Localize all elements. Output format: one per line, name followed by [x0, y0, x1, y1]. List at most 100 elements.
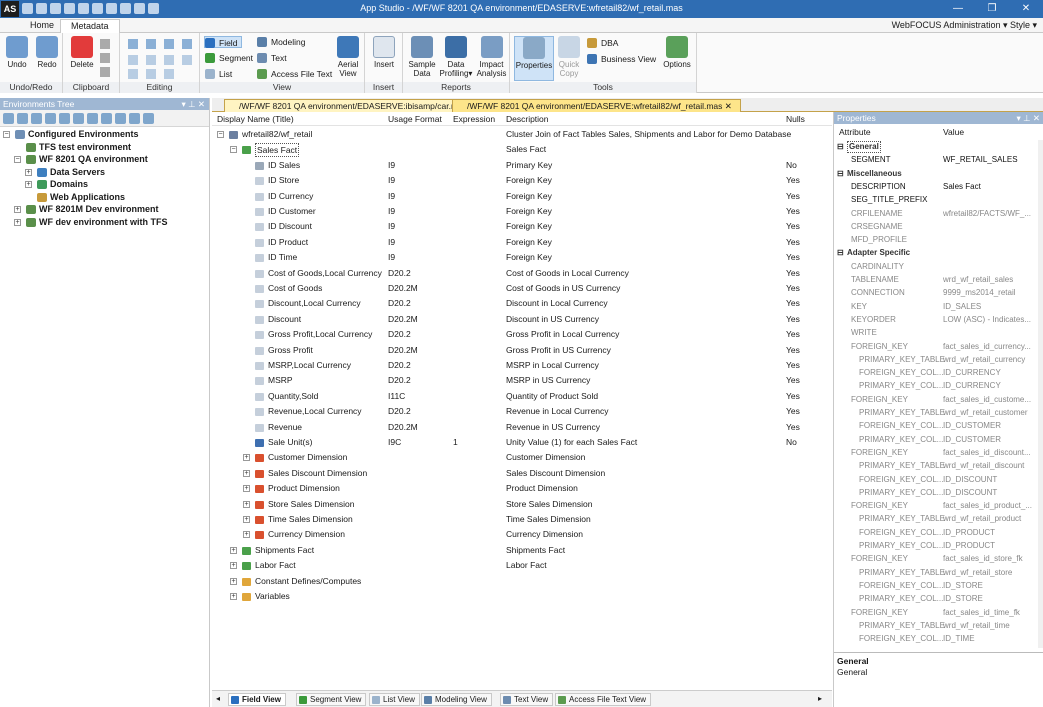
grid-row[interactable]: ID Discount I9 Foreign Key Yes — [212, 219, 832, 234]
word-icon[interactable] — [164, 69, 174, 79]
tab-field-view[interactable]: Field View — [228, 693, 286, 706]
tree-item[interactable]: TFS test environment — [0, 141, 209, 154]
data-profiling-button[interactable]: Data Profiling▾ — [439, 36, 473, 78]
expand-toggle-icon[interactable]: + — [25, 181, 32, 188]
property-value[interactable]: fact_sales_id_store_fk — [943, 552, 1023, 565]
list-view-button[interactable]: List — [205, 68, 232, 80]
comment-icon[interactable] — [182, 39, 192, 49]
property-row[interactable]: FOREIGN_KEY_COL... ID_TIME — [834, 632, 1037, 645]
expand-toggle-icon[interactable]: − — [217, 131, 224, 138]
grid-row[interactable]: ID Customer I9 Foreign Key Yes — [212, 204, 832, 219]
tab-text-view[interactable]: Text View — [500, 693, 554, 706]
column-expression[interactable]: Expression — [453, 114, 495, 124]
property-row[interactable]: PRIMARY_KEY_TABLE wrd_wf_retail_currency — [834, 353, 1037, 366]
property-value[interactable]: Sales Fact — [943, 180, 981, 193]
synonym-icon[interactable] — [59, 113, 70, 124]
copy-icon[interactable] — [17, 113, 28, 124]
case-icon[interactable] — [146, 55, 156, 65]
view-icon[interactable] — [45, 113, 56, 124]
property-value[interactable]: fact_sales_id_time_fk — [943, 606, 1020, 619]
property-row[interactable]: FOREIGN_KEY_COL... ID_CURRENCY — [834, 366, 1037, 379]
column-usage-format[interactable]: Usage Format — [388, 114, 442, 124]
grid-row[interactable]: + Customer Dimension Customer Dimension — [212, 450, 832, 465]
property-value[interactable]: wrd_wf_retail_time — [943, 619, 1010, 632]
expand-toggle-icon[interactable]: + — [243, 500, 250, 508]
expand-toggle-icon[interactable]: + — [243, 469, 250, 477]
grid-row[interactable]: + Currency Dimension Currency Dimension — [212, 527, 832, 542]
property-row[interactable]: FOREIGN_KEY fact_sales_id_currency... — [834, 340, 1037, 353]
property-row[interactable]: FOREIGN_KEY_COL... ID_PRODUCT — [834, 526, 1037, 539]
property-value[interactable]: wrd_wf_retail_product — [943, 512, 1021, 525]
insert-button[interactable]: Insert — [370, 36, 398, 69]
expand-toggle-icon[interactable]: − — [230, 146, 237, 154]
property-value[interactable]: ID_STORE — [943, 592, 983, 605]
expand-toggle-icon[interactable]: + — [230, 546, 237, 554]
find-next-icon[interactable] — [146, 39, 156, 49]
scroll-left-icon[interactable]: ◂ — [216, 694, 220, 703]
undo-button[interactable]: Undo — [4, 36, 30, 69]
property-value[interactable]: ID_CUSTOMER — [943, 419, 1001, 432]
grid-row[interactable]: + Labor Fact Labor Fact — [212, 558, 832, 573]
property-value[interactable]: wrd_wf_retail_sales — [943, 273, 1013, 286]
grid-row[interactable]: Sale Unit(s) I9C 1 Unity Value (1) for each… — [212, 435, 832, 450]
grid-row[interactable]: Discount,Local Currency D20.2 Discount in … — [212, 296, 832, 311]
property-value[interactable]: ID_DISCOUNT — [943, 486, 997, 499]
replace-icon[interactable] — [128, 55, 138, 65]
tree-item[interactable]: Web Applications — [0, 191, 209, 204]
property-value[interactable]: ID_TIME — [943, 632, 975, 645]
property-value[interactable]: ID_CURRENCY — [943, 379, 1001, 392]
find-icon[interactable] — [128, 39, 138, 49]
sort-icon[interactable] — [164, 39, 174, 49]
grid-row[interactable]: + Constant Defines/Computes — [212, 574, 832, 589]
find-all-icon[interactable] — [128, 69, 138, 79]
expand-toggle-icon[interactable]: + — [243, 531, 250, 539]
business-view-button[interactable]: Business View — [587, 53, 656, 65]
tree-item[interactable]: − Configured Environments — [0, 128, 209, 141]
expand-toggle-icon[interactable]: + — [243, 485, 250, 493]
property-row[interactable]: FOREIGN_KEY_COL... ID_STORE — [834, 579, 1037, 592]
properties-button[interactable]: Properties — [514, 36, 554, 81]
tab-home[interactable]: Home — [20, 19, 64, 33]
tab-modeling-view[interactable]: Modeling View — [421, 693, 492, 706]
grid-row[interactable]: + Time Sales Dimension Time Sales Dimensio… — [212, 512, 832, 527]
redo-button[interactable]: Redo — [34, 36, 60, 69]
column-nulls[interactable]: Nulls — [786, 114, 805, 124]
column-display-name[interactable]: Display Name (Title) — [217, 114, 294, 124]
quick-copy-button[interactable]: Quick Copy — [556, 36, 582, 78]
panel-close-icon[interactable]: ▾ ⊥ ✕ — [181, 98, 205, 110]
dba-button[interactable]: DBA — [587, 37, 618, 49]
help-icon[interactable] — [143, 113, 154, 124]
tree-item[interactable]: + Data Servers — [0, 166, 209, 179]
grid-row[interactable]: MSRP,Local Currency D20.2 MSRP in Local Cu… — [212, 358, 832, 373]
property-row[interactable]: CARDINALITY — [834, 260, 1037, 273]
property-row[interactable]: KEYORDER LOW (ASC) - Indicates... — [834, 313, 1037, 326]
scroll-right-icon[interactable]: ▸ — [818, 694, 822, 703]
property-row[interactable]: PRIMARY_KEY_TABLE wrd_wf_retail_store — [834, 566, 1037, 579]
property-row[interactable]: TABLENAME wrd_wf_retail_sales — [834, 273, 1037, 286]
property-category[interactable]: ⊟ Adapter Specific — [834, 246, 1037, 259]
panel-close-icon[interactable]: ▾ ⊥ ✕ — [1016, 112, 1040, 124]
doc-tab-car[interactable]: /WF/WF 8201 QA environment/EDASERVE:ibis… — [224, 99, 477, 112]
property-value[interactable]: wfretail82/FACTS/WF_... — [943, 207, 1031, 220]
property-row[interactable]: PRIMARY_KEY_COL... ID_STORE — [834, 592, 1037, 605]
property-value[interactable]: fact_sales_id_discount... — [943, 446, 1031, 459]
property-category[interactable]: ⊟ Miscellaneous — [834, 167, 1037, 180]
property-row[interactable]: PRIMARY_KEY_TABLE wrd_wf_retail_discount — [834, 459, 1037, 472]
segment-view-button[interactable]: Segment — [205, 52, 253, 64]
modeling-view-button[interactable]: Modeling — [257, 36, 306, 48]
help-icon[interactable] — [182, 55, 192, 65]
expand-toggle-icon[interactable]: + — [230, 593, 237, 600]
grid-row[interactable]: + Shipments Fact Shipments Fact — [212, 543, 832, 558]
expand-toggle-icon[interactable]: − — [14, 156, 21, 163]
grid-row[interactable]: ID Store I9 Foreign Key Yes — [212, 173, 832, 188]
close-tab-icon[interactable]: ✕ — [725, 101, 732, 111]
property-value[interactable]: ID_PRODUCT — [943, 539, 995, 552]
maximize-button[interactable]: ❐ — [975, 0, 1009, 18]
grid-row[interactable]: + Variables — [212, 589, 832, 604]
property-row[interactable]: WRITE — [834, 326, 1037, 339]
property-row[interactable]: FOREIGN_KEY_COL... ID_CUSTOMER — [834, 419, 1037, 432]
property-row[interactable]: FOREIGN_KEY fact_sales_id_time_fk — [834, 606, 1037, 619]
grid-row[interactable]: ID Sales I9 Primary Key No — [212, 158, 832, 173]
expand-toggle-icon[interactable]: + — [243, 516, 250, 523]
webfocus-admin-menu[interactable]: WebFOCUS Administration ▾ Style ▾ — [892, 20, 1037, 31]
